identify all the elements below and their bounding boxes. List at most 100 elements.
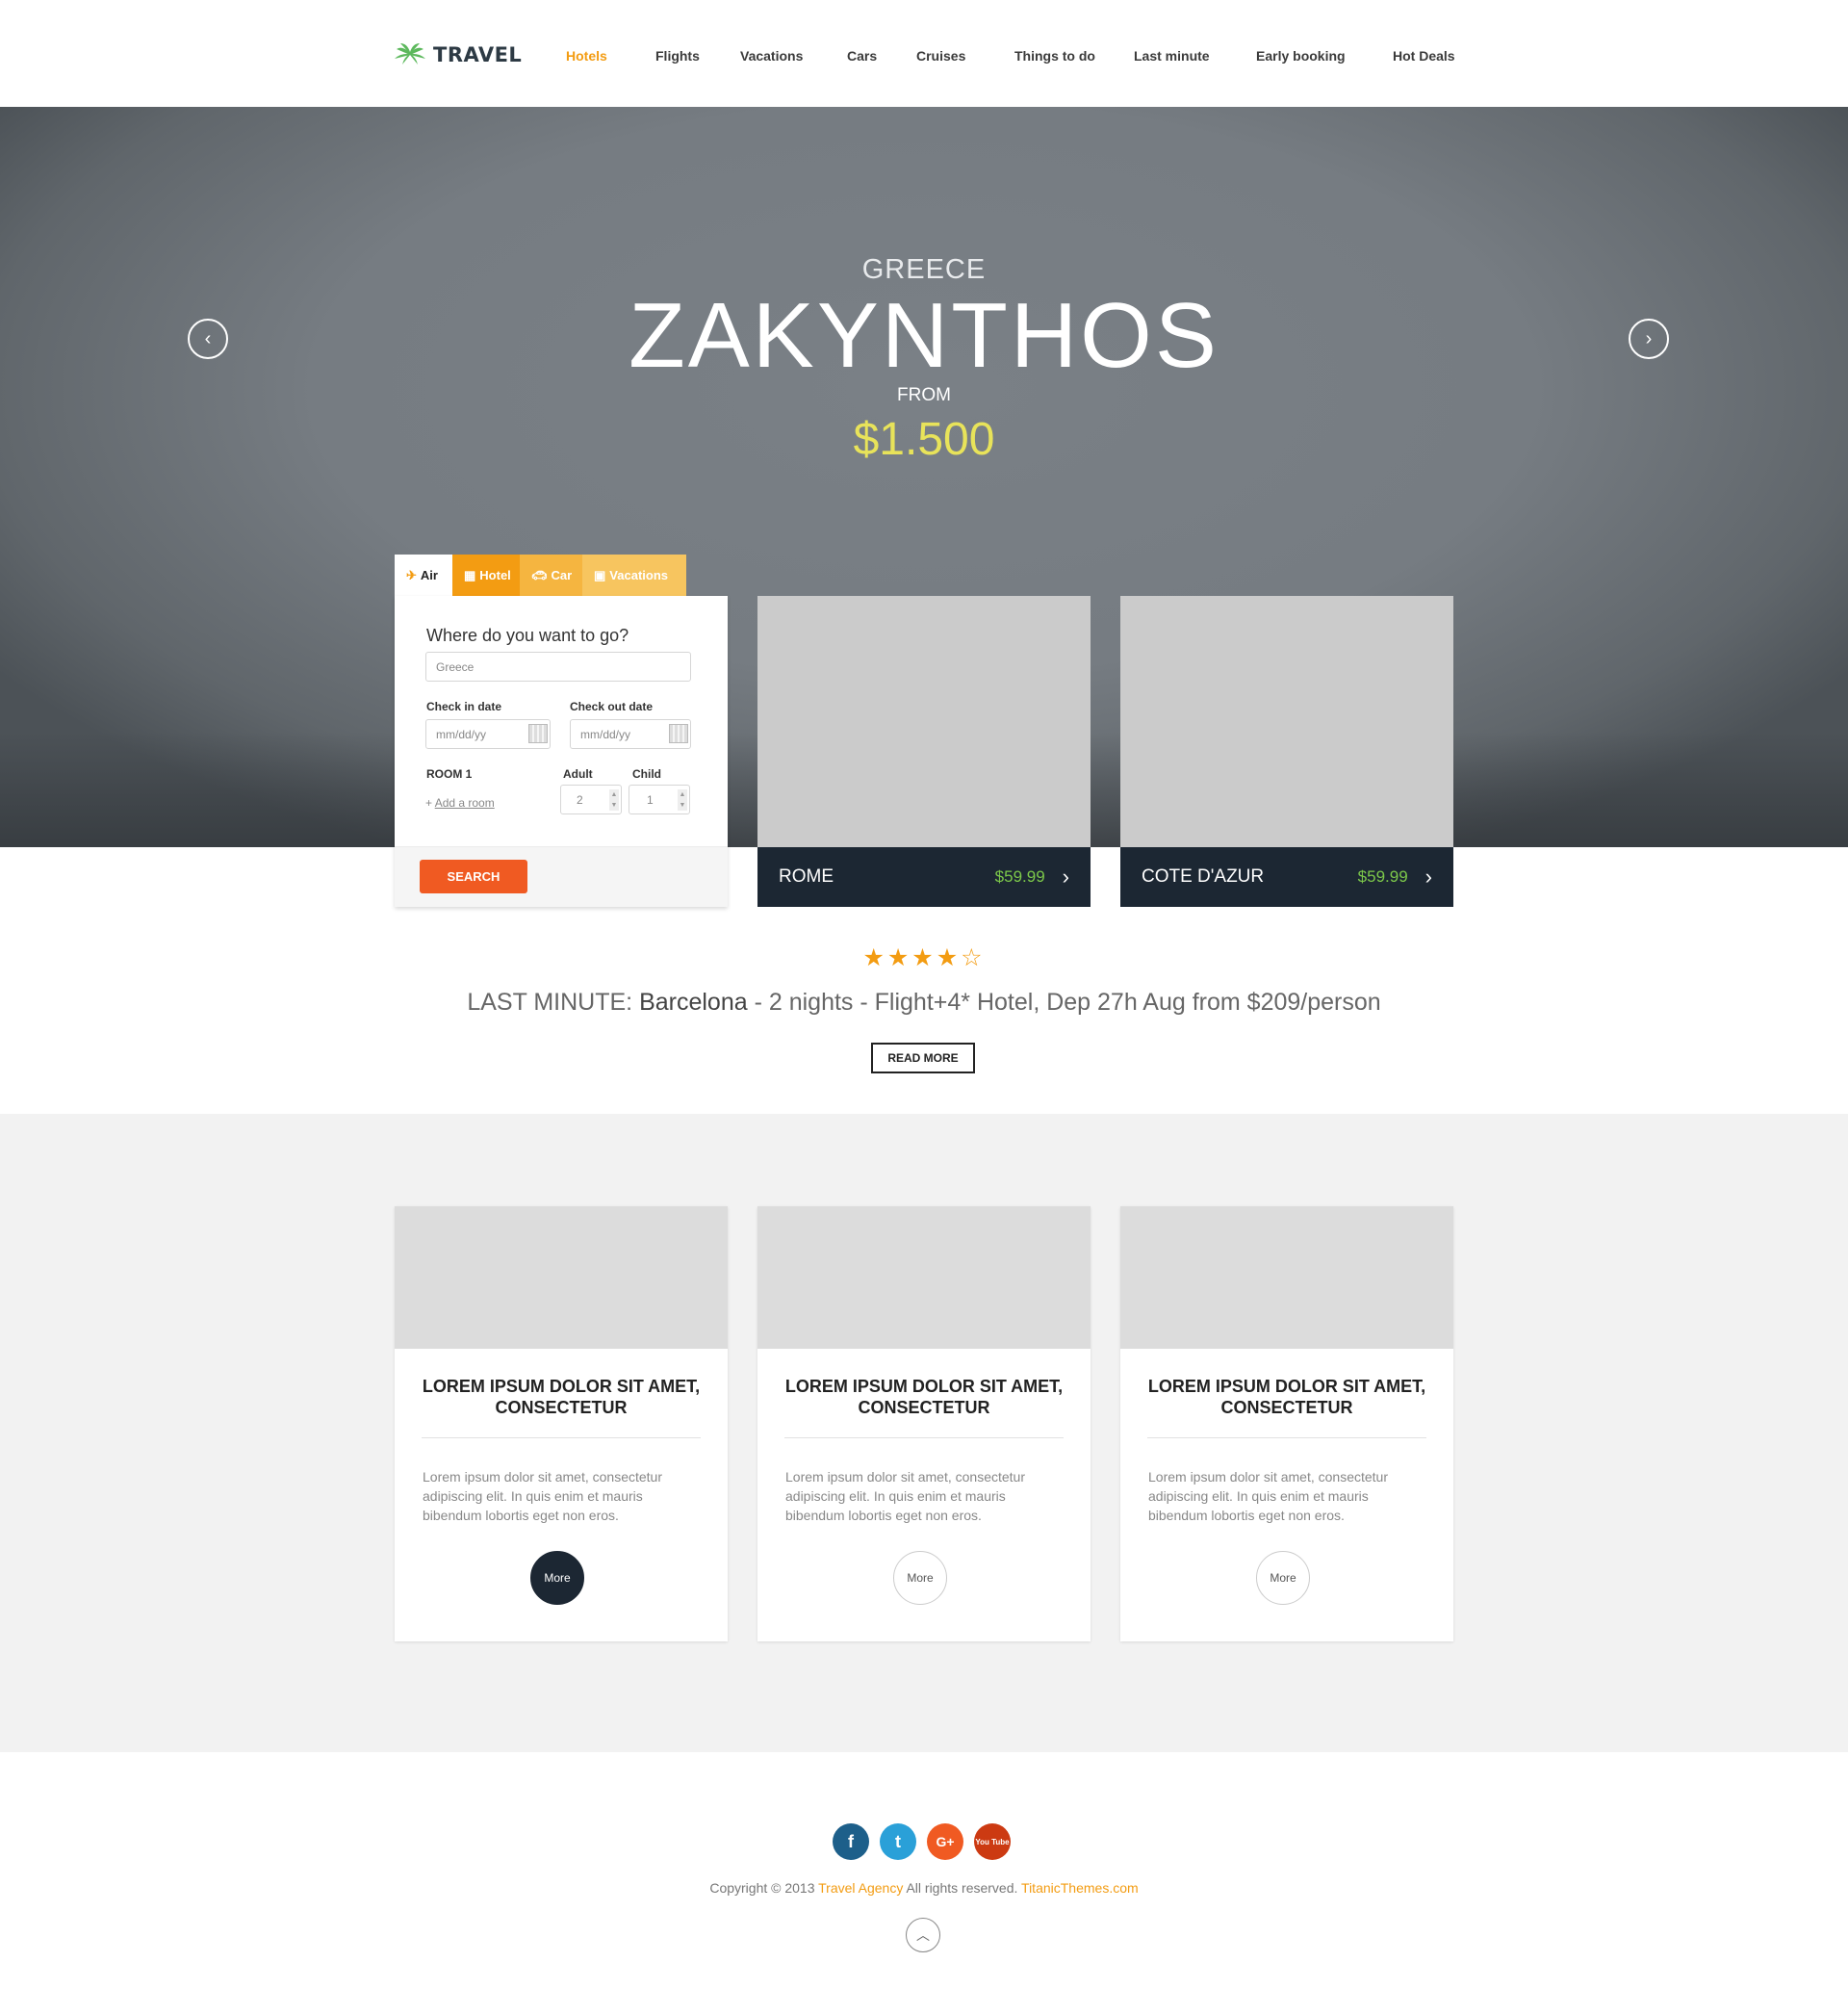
nav-cruises[interactable]: Cruises	[916, 48, 965, 64]
divider	[784, 1437, 1064, 1438]
destination-bar[interactable]: COTE D'AZUR $59.99 ›	[1120, 847, 1453, 907]
chevron-right-icon: ›	[1062, 865, 1069, 889]
add-room-prefix: +	[425, 796, 433, 810]
feature-image	[1120, 1206, 1453, 1349]
agency-link[interactable]: Travel Agency	[818, 1880, 903, 1896]
stepper-arrows-icon[interactable]: ▲ ▼	[678, 789, 687, 811]
search-button[interactable]: SEARCH	[420, 860, 527, 893]
facebook-icon[interactable]: f	[833, 1823, 869, 1860]
back-to-top-button[interactable]: ︿	[906, 1918, 940, 1952]
destination-image	[757, 596, 1091, 847]
tab-hotel-label: Hotel	[479, 568, 511, 582]
building-icon: ▦	[464, 567, 476, 582]
checkin-placeholder: mm/dd/yy	[436, 727, 487, 741]
feature-card: LOREM IPSUM DOLOR SIT AMET, CONSECTETUR …	[395, 1206, 728, 1641]
checkout-label: Check out date	[570, 700, 654, 713]
divider	[422, 1437, 701, 1438]
checkout-date-field[interactable]: mm/dd/yy	[570, 719, 691, 749]
booking-question: Where do you want to go?	[426, 626, 629, 645]
adult-label: Adult	[563, 767, 593, 781]
tab-air[interactable]: ✈ Air	[395, 555, 452, 596]
child-label: Child	[632, 767, 661, 781]
more-button[interactable]: More	[530, 1551, 584, 1605]
slider-prev-button[interactable]: ‹	[188, 319, 228, 359]
destination-card[interactable]: COTE D'AZUR $59.99 ›	[1120, 596, 1453, 907]
destination-bar[interactable]: ROME $59.99 ›	[757, 847, 1091, 907]
main-nav: Hotels Flights Vacations Cars Cruises Th…	[0, 48, 1848, 67]
more-button[interactable]: More	[893, 1551, 947, 1605]
hero-title: ZAKYNTHOS	[629, 284, 1219, 387]
destination-card[interactable]: ROME $59.99 ›	[757, 596, 1091, 907]
last-minute-text: LAST MINUTE: Barcelona - 2 nights - Flig…	[0, 989, 1848, 1017]
destination-image	[1120, 596, 1453, 847]
slider-next-button[interactable]: ›	[1629, 319, 1669, 359]
nav-hot-deals[interactable]: Hot Deals	[1393, 48, 1455, 64]
last-minute-prefix: LAST MINUTE:	[467, 989, 633, 1016]
calendar-icon[interactable]	[528, 724, 548, 743]
feature-title: LOREM IPSUM DOLOR SIT AMET, CONSECTETUR	[1147, 1377, 1426, 1417]
calendar-icon[interactable]	[669, 724, 688, 743]
nav-vacations[interactable]: Vacations	[740, 48, 803, 64]
child-stepper[interactable]: 1 ▲ ▼	[629, 785, 690, 814]
tab-car[interactable]: 🚗︎ Car	[520, 555, 582, 596]
destination-price: $59.99	[1357, 867, 1408, 886]
booking-tabs: ✈ Air ▦ Hotel 🚗︎ Car ▣ Vacations	[395, 555, 686, 596]
more-button[interactable]: More	[1256, 1551, 1310, 1605]
nav-things-to-do[interactable]: Things to do	[1014, 48, 1095, 64]
feature-text: Lorem ipsum dolor sit amet, consectetur …	[1148, 1469, 1388, 1523]
tab-vacations-label: Vacations	[609, 568, 668, 582]
adult-value: 2	[577, 792, 583, 807]
add-room-link[interactable]: + Add a room	[425, 796, 495, 810]
copyright: Copyright © 2013 Travel Agency All right…	[0, 1880, 1848, 1896]
stepper-arrows-icon[interactable]: ▲ ▼	[609, 789, 619, 811]
site-header: TRAVEL Hotels Flights Vacations Cars Cru…	[0, 0, 1848, 107]
booking-footer: SEARCH	[395, 846, 728, 907]
checkin-label: Check in date	[426, 700, 502, 713]
site-link[interactable]: TitanicThemes.com	[1021, 1880, 1139, 1896]
divider	[1147, 1437, 1426, 1438]
chevron-right-icon: ›	[1424, 865, 1432, 889]
feature-image	[757, 1206, 1091, 1349]
rights-text: All rights reserved.	[906, 1880, 1018, 1896]
checkin-date-field[interactable]: mm/dd/yy	[425, 719, 551, 749]
destination-name: COTE D'AZUR	[1142, 866, 1265, 887]
hero-price: $1.500	[853, 414, 995, 465]
destination-price: $59.99	[994, 867, 1045, 886]
read-more-button[interactable]: READ MORE	[871, 1043, 975, 1073]
add-room-label: Add a room	[434, 796, 495, 810]
nav-early-booking[interactable]: Early booking	[1256, 48, 1346, 64]
feature-title: LOREM IPSUM DOLOR SIT AMET, CONSECTETUR	[784, 1377, 1064, 1417]
room-label: ROOM 1	[426, 767, 473, 781]
chevron-left-icon: ‹	[204, 327, 212, 349]
destination-input[interactable]: Greece	[425, 652, 691, 682]
nav-hotels[interactable]: Hotels	[566, 48, 607, 64]
hero-from-label: FROM	[897, 385, 951, 405]
chevron-right-icon: ›	[1645, 327, 1653, 349]
feature-title: LOREM IPSUM DOLOR SIT AMET, CONSECTETUR	[422, 1377, 701, 1417]
nav-flights[interactable]: Flights	[655, 48, 700, 64]
feature-text: Lorem ipsum dolor sit amet, consectetur …	[785, 1469, 1025, 1523]
feature-card: LOREM IPSUM DOLOR SIT AMET, CONSECTETUR …	[757, 1206, 1091, 1641]
child-value: 1	[647, 792, 654, 807]
plane-icon: ✈	[406, 567, 417, 582]
nav-cars[interactable]: Cars	[847, 48, 877, 64]
tab-vacations[interactable]: ▣ Vacations	[582, 555, 686, 596]
tab-air-label: Air	[420, 568, 438, 582]
youtube-icon[interactable]: You Tube	[974, 1823, 1011, 1860]
nav-last-minute[interactable]: Last minute	[1134, 48, 1210, 64]
suitcase-icon: ▣	[594, 567, 606, 582]
last-minute-place: Barcelona	[639, 989, 748, 1016]
chevron-up-icon: ︿	[916, 1927, 930, 1943]
google-plus-icon[interactable]: G+	[927, 1823, 963, 1860]
tab-car-label: Car	[551, 568, 573, 582]
twitter-icon[interactable]: t	[880, 1823, 916, 1860]
copyright-prefix: Copyright © 2013	[709, 1880, 815, 1896]
last-minute-details: - 2 nights - Flight+4* Hotel, Dep 27h Au…	[754, 989, 1381, 1016]
feature-card: LOREM IPSUM DOLOR SIT AMET, CONSECTETUR …	[1120, 1206, 1453, 1641]
destination-name: ROME	[779, 866, 834, 887]
social-links: f t G+ You Tube	[833, 1823, 1011, 1860]
adult-stepper[interactable]: 2 ▲ ▼	[560, 785, 622, 814]
booking-form: Where do you want to go? Greece Check in…	[395, 596, 728, 907]
tab-hotel[interactable]: ▦ Hotel	[452, 555, 520, 596]
feature-image	[395, 1206, 728, 1349]
